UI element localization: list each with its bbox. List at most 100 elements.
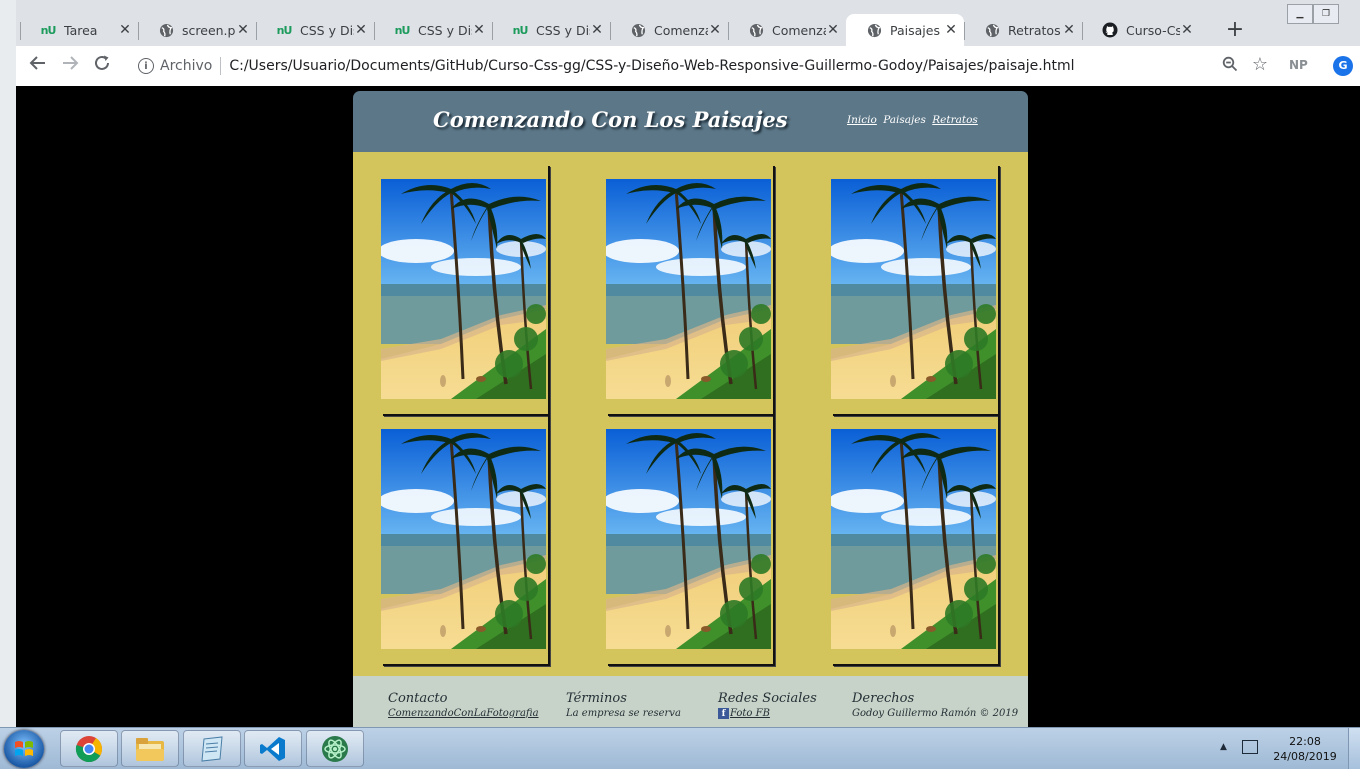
gallery-card[interactable]	[606, 166, 775, 416]
maximize-button[interactable]: ❐	[1313, 4, 1339, 24]
beach-palm-photo	[381, 429, 546, 649]
page-viewport: Comenzando Con Los Paisajes Inicio Paisa…	[16, 86, 1360, 727]
tab-curso-css[interactable]: Curso-Css✕	[1082, 14, 1200, 46]
globe-icon	[158, 22, 174, 38]
desktop-edge	[0, 0, 16, 727]
globe-icon	[866, 22, 882, 38]
close-tab-icon[interactable]: ✕	[236, 22, 250, 38]
close-tab-icon[interactable]: ✕	[472, 22, 486, 38]
bookmark-star-icon[interactable]: ☆	[1252, 54, 1268, 75]
nav-link-retratos[interactable]: Retratos	[932, 114, 978, 126]
gallery-card[interactable]	[606, 416, 775, 666]
footer-social: Redes Sociales f Foto FB	[718, 691, 817, 719]
arrow-left-icon	[29, 56, 45, 70]
tab-css-diseno-3[interactable]: nUCSS y Diseño✕	[492, 14, 610, 46]
nu-icon: nU	[40, 23, 57, 37]
file-explorer-icon	[136, 737, 164, 761]
vscode-icon	[260, 736, 285, 761]
facebook-link[interactable]: Foto FB	[730, 708, 770, 719]
tab-tarea[interactable]: nU Tarea ✕	[20, 14, 138, 46]
system-clock[interactable]: 22:08 24/08/2019	[1268, 734, 1342, 764]
taskbar-vscode[interactable]	[244, 730, 302, 767]
nav-link-inicio[interactable]: Inicio	[847, 114, 877, 126]
taskbar-file-explorer[interactable]	[121, 730, 179, 767]
zoom-icon[interactable]	[1222, 56, 1238, 75]
nav-link-paisajes[interactable]: Paisajes	[883, 114, 926, 126]
extension-np-icon[interactable]: NP	[1289, 58, 1308, 72]
nu-icon: nU	[512, 23, 529, 37]
gallery-card[interactable]	[831, 166, 1000, 416]
file-scheme-label: Archivo	[160, 58, 213, 74]
forward-button[interactable]	[58, 54, 82, 78]
footer-contact: Contacto ComenzandoConLaFotografia	[388, 691, 539, 719]
beach-palm-photo	[381, 179, 546, 399]
nu-icon: nU	[394, 23, 411, 37]
footer-heading: Derechos	[852, 691, 915, 706]
close-tab-icon[interactable]: ✕	[1180, 22, 1194, 38]
tab-screen-png[interactable]: screen.png✕	[138, 14, 256, 46]
tab-strip: nUTarea✕ screen.png✕ nUCSS y Diseño✕ nUC…	[16, 0, 1360, 46]
profile-avatar[interactable]: G	[1333, 56, 1353, 76]
tab-comenzando-2[interactable]: Comenzando✕	[728, 14, 846, 46]
beach-palm-photo	[606, 179, 771, 399]
tab-retratos[interactable]: Retratos ✕	[964, 14, 1082, 46]
url-text[interactable]: C:/Users/Usuario/Documents/GitHub/Curso-…	[229, 58, 1074, 74]
close-tab-icon[interactable]: ✕	[708, 22, 722, 38]
reload-button[interactable]	[90, 54, 114, 78]
close-tab-icon[interactable]: ✕	[118, 22, 132, 38]
browser-toolbar: i Archivo C:/Users/Usuario/Documents/Git…	[16, 46, 1360, 87]
site-title: Comenzando Con Los Paisajes	[433, 107, 788, 132]
footer-heading: Redes Sociales	[718, 691, 817, 706]
globe-icon	[748, 22, 764, 38]
tab-css-diseno-1[interactable]: nUCSS y Diseño✕	[256, 14, 374, 46]
new-tab-button[interactable]: +	[1221, 16, 1249, 44]
beach-palm-photo	[831, 179, 996, 399]
arrow-right-icon	[63, 56, 79, 70]
terms-text: La empresa se reserva	[566, 708, 681, 719]
site-nav: Inicio Paisajes Retratos	[847, 114, 981, 126]
tab-comenzando-1[interactable]: Comenzando✕	[610, 14, 728, 46]
clock-time: 22:08	[1289, 735, 1321, 748]
site-header: Comenzando Con Los Paisajes Inicio Paisa…	[353, 91, 1028, 152]
taskbar-atom[interactable]	[306, 730, 364, 767]
globe-icon	[630, 22, 646, 38]
gallery-card[interactable]	[381, 166, 550, 416]
close-tab-icon[interactable]: ✕	[354, 22, 368, 38]
tab-css-diseno-2[interactable]: nUCSS y Diseño✕	[374, 14, 492, 46]
start-button[interactable]	[4, 730, 44, 768]
chrome-icon	[75, 735, 103, 762]
nu-icon: nU	[276, 23, 293, 37]
site-footer: Contacto ComenzandoConLaFotografia Térmi…	[353, 676, 1028, 727]
footer-terms: Términos La empresa se reserva	[566, 691, 681, 719]
info-icon[interactable]: i	[138, 58, 154, 74]
github-icon	[1102, 22, 1118, 38]
minimize-button[interactable]: ▁	[1287, 4, 1313, 24]
windows-logo-icon	[15, 741, 33, 756]
back-button[interactable]	[26, 54, 50, 78]
footer-rights: Derechos Godoy Guillermo Ramón © 2019	[852, 691, 1018, 719]
close-tab-icon[interactable]: ✕	[590, 22, 604, 38]
rights-text: Godoy Guillermo Ramón © 2019	[852, 708, 1019, 719]
beach-palm-photo	[831, 429, 996, 649]
close-tab-icon[interactable]: ✕	[944, 22, 958, 38]
tab-paisajes[interactable]: Paisajes ✕	[846, 14, 964, 46]
windows-taskbar: ▲ 22:08 24/08/2019	[0, 727, 1360, 769]
close-tab-icon[interactable]: ✕	[1062, 22, 1076, 38]
gallery-card[interactable]	[831, 416, 1000, 666]
network-icon[interactable]	[1242, 740, 1258, 754]
taskbar-chrome[interactable]	[60, 730, 118, 767]
photo-gallery	[353, 152, 1028, 676]
site-container: Comenzando Con Los Paisajes Inicio Paisa…	[353, 91, 1028, 727]
footer-heading: Contacto	[388, 691, 448, 706]
show-desktop-button[interactable]	[1348, 728, 1360, 769]
beach-palm-photo	[606, 429, 771, 649]
tray-expand-icon[interactable]: ▲	[1220, 742, 1227, 752]
atom-icon	[322, 735, 348, 762]
address-bar[interactable]: i Archivo C:/Users/Usuario/Documents/Git…	[128, 51, 1268, 81]
gallery-card[interactable]	[381, 416, 550, 666]
globe-icon	[984, 22, 1000, 38]
taskbar-notepad[interactable]	[183, 730, 241, 767]
close-tab-icon[interactable]: ✕	[826, 22, 840, 38]
facebook-icon: f	[718, 708, 729, 719]
contact-link[interactable]: ComenzandoConLaFotografia	[388, 708, 539, 719]
